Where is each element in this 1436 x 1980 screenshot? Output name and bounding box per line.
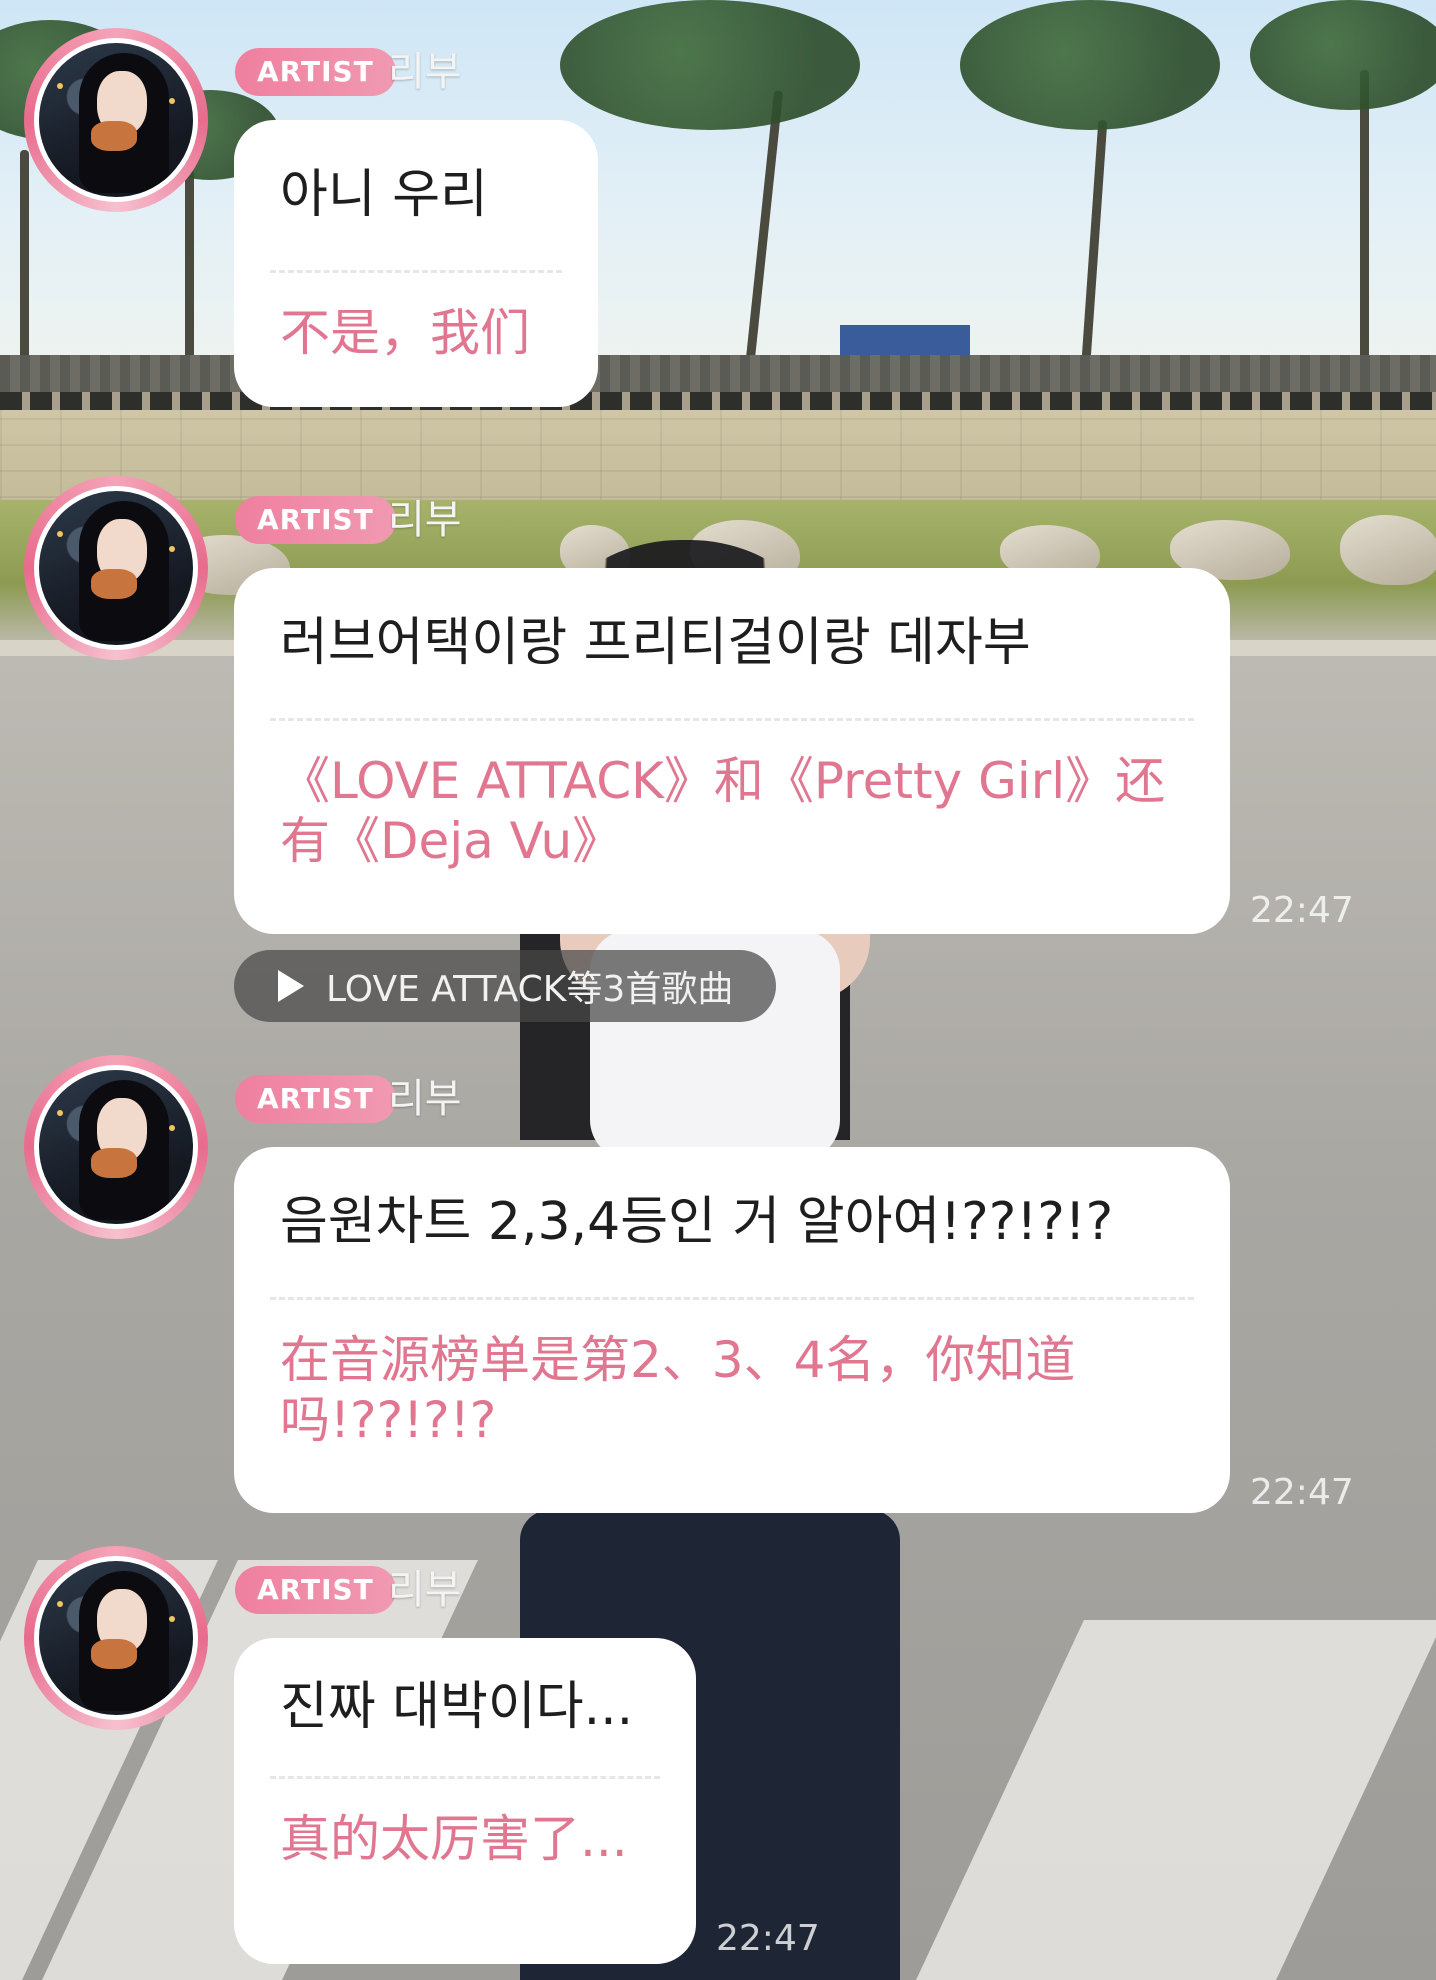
message-bubble[interactable]: 진짜 대박이다... 真的太厉害了... bbox=[234, 1638, 696, 1964]
artist-avatar[interactable] bbox=[24, 1055, 208, 1239]
translation-text: 在音源榜单是第2、3、4名，你知道吗!??!?!? bbox=[280, 1331, 1076, 1449]
author-name: 리부 bbox=[388, 1076, 462, 1122]
message-bubble[interactable]: 러브어택이랑 프리티걸이랑 데자부 《LOVE ATTACK》和《Pretty … bbox=[234, 568, 1230, 934]
translation-text: 真的太厉害了... bbox=[280, 1810, 628, 1868]
artist-avatar[interactable] bbox=[24, 1546, 208, 1730]
artist-badge: ARTIST bbox=[235, 48, 396, 96]
author-name: 리부 bbox=[388, 497, 462, 543]
message-text: 진짜 대박이다... bbox=[280, 1677, 634, 1737]
message-text: 러브어택이랑 프리티걸이랑 데자부 bbox=[280, 613, 1031, 673]
artist-avatar[interactable] bbox=[24, 476, 208, 660]
song-link-button[interactable]: LOVE ATTACK等3首歌曲 bbox=[234, 950, 776, 1022]
author-name: 리부 bbox=[388, 49, 462, 95]
message-bubble[interactable]: 아니 우리 不是，我们 bbox=[234, 120, 598, 407]
message-bubble[interactable]: 음원차트 2,3,4등인 거 알아여!??!?!? 在音源榜单是第2、3、4名，… bbox=[234, 1147, 1230, 1513]
song-link-label: LOVE ATTACK等3首歌曲 bbox=[326, 969, 734, 1010]
author-name: 리부 bbox=[388, 1567, 462, 1613]
message-timestamp: 22:47 bbox=[1250, 890, 1354, 931]
message-text: 음원차트 2,3,4등인 거 알아여!??!?!? bbox=[280, 1192, 1114, 1252]
artist-badge: ARTIST bbox=[235, 1566, 396, 1614]
message-text: 아니 우리 bbox=[280, 165, 488, 225]
artist-badge: ARTIST bbox=[235, 1075, 396, 1123]
play-icon bbox=[278, 970, 304, 1002]
message-timestamp: 22:47 bbox=[716, 1918, 820, 1959]
message-timestamp: 22:47 bbox=[1250, 1472, 1354, 1513]
artist-avatar[interactable] bbox=[24, 28, 208, 212]
artist-badge: ARTIST bbox=[235, 496, 396, 544]
translation-text: 不是，我们 bbox=[280, 304, 530, 362]
translation-text: 《LOVE ATTACK》和《Pretty Girl》还有《Deja Vu》 bbox=[280, 752, 1166, 870]
